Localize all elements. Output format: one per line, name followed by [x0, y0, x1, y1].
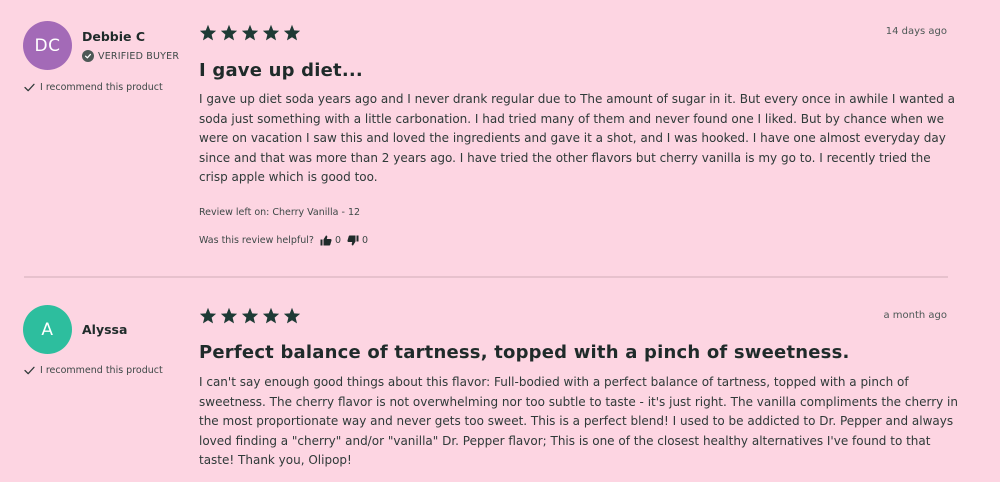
review-body: I can't say enough good things about thi…	[199, 375, 958, 468]
star-icon	[241, 24, 259, 41]
verified-label: VERIFIED BUYER	[98, 50, 180, 62]
recommend-indicator: I recommend this product	[24, 365, 163, 376]
star-icon	[262, 24, 280, 41]
recommend-label: I recommend this product	[40, 365, 163, 376]
star-rating	[199, 307, 301, 324]
star-icon	[241, 307, 259, 324]
star-icon	[199, 307, 217, 324]
helpful-label: Was this review helpful?	[199, 235, 314, 246]
reviewer-name: Alyssa	[82, 322, 128, 337]
review-date: 14 days ago	[885, 26, 947, 37]
check-icon	[24, 83, 35, 92]
verified-buyer-badge: VERIFIED BUYER	[82, 50, 179, 62]
verified-check-icon	[82, 50, 94, 62]
thumbs-up-count: 0	[334, 235, 341, 246]
thumbs-up-icon	[320, 235, 332, 246]
thumbs-down-count: 0	[362, 235, 369, 246]
star-icon	[262, 307, 280, 324]
star-rating	[199, 24, 301, 41]
recommend-label: I recommend this product	[40, 82, 163, 93]
thumbs-down-icon	[347, 235, 359, 246]
check-icon	[24, 366, 35, 375]
thumbs-up-button[interactable]: 0	[320, 235, 341, 246]
review-date: a month ago	[883, 310, 947, 321]
reviewer-name: Debbie C	[82, 29, 146, 44]
avatar: DC	[23, 21, 72, 70]
star-icon	[220, 24, 238, 41]
review-title: Perfect balance of tartness, topped with…	[199, 342, 850, 363]
star-icon	[283, 307, 301, 324]
thumbs-down-button[interactable]: 0	[347, 235, 368, 246]
recommend-indicator: I recommend this product	[24, 82, 163, 93]
star-icon	[199, 24, 217, 41]
review-divider	[24, 276, 948, 278]
star-icon	[220, 307, 238, 324]
helpful-section: Was this review helpful? 0 0	[199, 235, 368, 246]
review-variant: Review left on: Cherry Vanilla - 12	[199, 207, 361, 218]
review-title: I gave up diet...	[199, 60, 363, 81]
review-body: I gave up diet soda years ago and I neve…	[199, 92, 955, 185]
star-icon	[283, 24, 301, 41]
avatar: A	[23, 305, 72, 354]
